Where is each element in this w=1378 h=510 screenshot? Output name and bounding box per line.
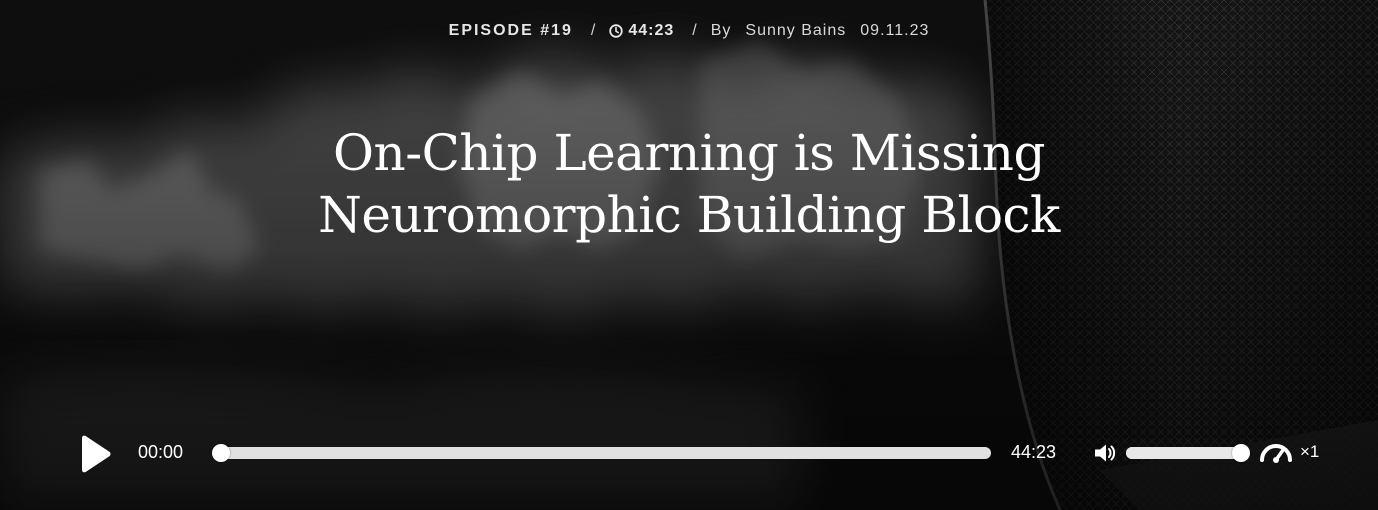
author-link[interactable]: Sunny Bains bbox=[745, 22, 846, 40]
progress-bar[interactable] bbox=[212, 444, 991, 462]
play-icon[interactable] bbox=[76, 435, 112, 473]
title-line-1: On-Chip Learning is Missing bbox=[333, 124, 1046, 182]
volume-icon[interactable] bbox=[1093, 442, 1117, 464]
duration-text: 44:23 bbox=[628, 22, 675, 39]
volume-fill bbox=[1126, 447, 1241, 459]
publish-date: 09.11.23 bbox=[860, 22, 930, 39]
speedometer-icon[interactable] bbox=[1259, 438, 1293, 464]
title-line-2: Neuromorphic Building Block bbox=[318, 186, 1060, 244]
progress-handle[interactable] bbox=[212, 444, 230, 462]
total-time: 44:23 bbox=[1011, 442, 1057, 462]
playback-speed[interactable]: ×1 bbox=[1300, 442, 1319, 462]
by-label: By bbox=[710, 22, 732, 39]
episode-hero: EPISODE #19 / 44:23 / By Sunny Bains 09.… bbox=[0, 0, 1378, 510]
episode-title: On-Chip Learning is Missing Neuromorphic… bbox=[189, 122, 1189, 246]
meta-separator: / bbox=[692, 22, 698, 39]
episode-number: EPISODE #19 bbox=[448, 22, 573, 39]
meta-separator: / bbox=[590, 22, 597, 39]
current-time: 00:00 bbox=[138, 442, 184, 462]
episode-duration: 44:23 bbox=[609, 22, 674, 40]
audio-player: 00:00 44:23 ×1 bbox=[0, 425, 1378, 481]
volume-slider[interactable] bbox=[1126, 444, 1250, 462]
episode-meta: EPISODE #19 / 44:23 / By Sunny Bains 09.… bbox=[0, 22, 1378, 40]
volume-handle[interactable] bbox=[1232, 444, 1250, 462]
clock-icon bbox=[609, 24, 624, 38]
